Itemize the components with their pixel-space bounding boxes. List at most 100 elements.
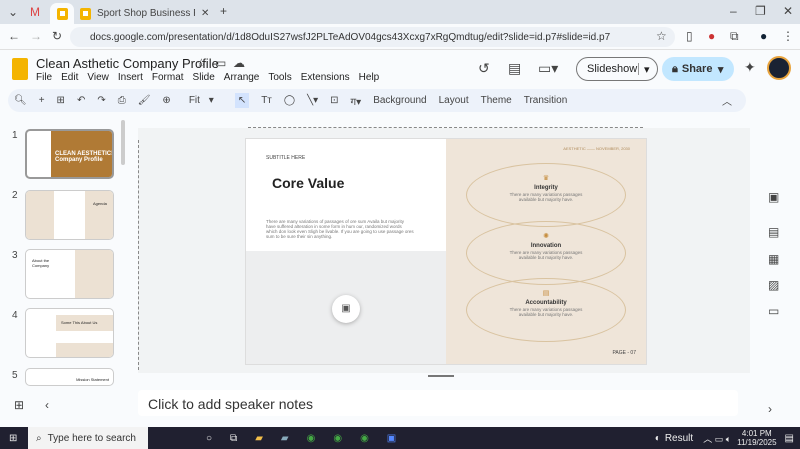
profile-avatar[interactable]: ●: [760, 29, 767, 43]
lock-icon: 🔒︎: [672, 62, 678, 75]
transition-button[interactable]: Transition: [524, 95, 568, 106]
keep-icon[interactable]: ▣: [768, 190, 779, 204]
text-direction-icon[interactable]: ग▾: [351, 94, 362, 108]
gemini-icon[interactable]: ✦: [744, 59, 756, 76]
close-tab-icon[interactable]: ✕: [201, 8, 209, 19]
extension-icon-2[interactable]: ●: [708, 29, 715, 43]
select-tool-icon[interactable]: ↖: [234, 93, 250, 108]
new-tab-icon[interactable]: +: [220, 4, 227, 18]
notes-resize-handle[interactable]: [428, 375, 454, 377]
grid-view-icon[interactable]: ⊞: [14, 398, 24, 412]
slideshow-button[interactable]: Slideshow ▾: [576, 57, 658, 81]
remote-app-icon[interactable]: ▣: [387, 433, 396, 444]
folder-icon[interactable]: ▭: [768, 304, 779, 318]
move-folder-icon[interactable]: ▭: [215, 56, 226, 70]
windows-start-icon[interactable]: ⊞: [9, 433, 17, 444]
menu-tools[interactable]: Tools: [268, 72, 291, 83]
chrome-icon-2[interactable]: ◉: [333, 433, 342, 444]
share-button[interactable]: 🔒︎ Share ▾: [662, 57, 734, 81]
zoom-icon[interactable]: ⊕: [162, 95, 170, 106]
weather-icon[interactable]: ◐: [655, 433, 661, 444]
bookmark-star-icon[interactable]: ☆: [656, 29, 667, 43]
slide-7[interactable]: ▣ SUBTITLE HERE Core Value There are man…: [246, 139, 646, 364]
new-slide-icon[interactable]: +: [39, 95, 45, 106]
windows-taskbar: ⊞ ⌕ Type here to search ○ ⧉ ▰ ▰ ◉ ◉ ◉ ▣ ◐…: [0, 427, 800, 449]
paint-format-icon[interactable]: 🖌︎: [138, 95, 151, 106]
browser-menu-icon[interactable]: ⋮: [782, 29, 794, 43]
menu-edit[interactable]: Edit: [61, 72, 78, 83]
calendar-icon[interactable]: ▦: [768, 252, 779, 266]
slide-thumbnail-5[interactable]: Mission Statement: [25, 368, 114, 386]
slide-thumbnail-3[interactable]: About the Company: [25, 249, 114, 299]
collapse-toolbar-icon[interactable]: ︿: [722, 93, 732, 108]
comment-add-icon[interactable]: ⊡: [330, 95, 338, 106]
tab-sport-shop[interactable]: Sport Shop Business Plan - Goo✕: [80, 3, 210, 24]
search-menus-icon[interactable]: 🔍︎: [14, 95, 27, 106]
tasks-icon[interactable]: ▤: [768, 225, 779, 239]
expand-panel-icon[interactable]: ›: [768, 402, 772, 416]
print-icon[interactable]: ⎙: [118, 95, 126, 106]
forward-icon[interactable]: →: [30, 29, 42, 43]
chrome-icon-3[interactable]: ◉: [360, 433, 369, 444]
menu-extensions[interactable]: Extensions: [301, 72, 350, 83]
back-icon[interactable]: ←: [8, 29, 20, 43]
notifications-icon[interactable]: ▤: [785, 433, 794, 444]
account-avatar[interactable]: [767, 56, 791, 80]
task-view-icon[interactable]: ⧉: [230, 433, 237, 444]
tab-current[interactable]: [50, 3, 74, 24]
layout-button[interactable]: Layout: [439, 95, 469, 106]
clock[interactable]: 4:01 PM 11/19/2025: [737, 429, 776, 447]
gmail-icon[interactable]: M: [30, 5, 40, 19]
taskbar-search[interactable]: ⌕ Type here to search: [28, 427, 148, 449]
star-icon[interactable]: ☆: [196, 56, 207, 70]
background-button[interactable]: Background: [373, 95, 426, 106]
speaker-notes[interactable]: Click to add speaker notes: [138, 390, 738, 416]
app-icon[interactable]: ▰: [281, 433, 289, 444]
menu-help[interactable]: Help: [359, 72, 380, 83]
cortana-icon[interactable]: ○: [206, 433, 212, 444]
collapse-filmstrip-icon[interactable]: ‹: [45, 398, 49, 412]
redo-icon[interactable]: ↷: [97, 95, 105, 106]
slides-logo-icon[interactable]: [12, 58, 28, 80]
close-window-icon[interactable]: ✕: [783, 4, 793, 18]
menu-format[interactable]: Format: [152, 72, 184, 83]
theme-button[interactable]: Theme: [481, 95, 512, 106]
contacts-icon[interactable]: ▨: [768, 278, 779, 292]
reload-icon[interactable]: ↻: [52, 29, 62, 43]
menu-file[interactable]: File: [36, 72, 52, 83]
import-slide-icon[interactable]: ⊞: [57, 95, 65, 106]
toolbar: 🔍︎ + ⊞ ↶ ↷ ⎙ 🖌︎ ⊕ Fit ▾ ↖ Tт ◯ ╲▾ ⊡ ग▾ B…: [8, 89, 746, 112]
menu-view[interactable]: View: [87, 72, 109, 83]
comments-icon[interactable]: ▤: [508, 60, 521, 77]
share-dropdown-icon[interactable]: ▾: [718, 63, 724, 76]
slide-thumbnail-4[interactable]: Some This About Us: [25, 308, 114, 358]
tab-list-icon[interactable]: ⌄: [8, 5, 18, 19]
meet-icon[interactable]: ▭▾: [538, 60, 558, 77]
text-box-icon[interactable]: Tт: [261, 95, 272, 106]
insert-image-icon[interactable]: ▣: [332, 295, 360, 323]
address-bar-row: ← → ↻ docs.google.com/presentation/d/1d8…: [0, 24, 800, 50]
system-tray-icons[interactable]: ︿ ▭ 🔈︎: [703, 432, 731, 445]
cloud-status-icon[interactable]: ☁: [233, 56, 245, 70]
minimize-icon[interactable]: –: [730, 4, 737, 18]
menu-arrange[interactable]: Arrange: [224, 72, 260, 83]
version-history-icon[interactable]: ↺: [478, 60, 490, 77]
menu-slide[interactable]: Slide: [193, 72, 215, 83]
extensions-puzzle-icon[interactable]: ⧉: [730, 29, 739, 44]
menu-insert[interactable]: Insert: [118, 72, 143, 83]
file-explorer-icon[interactable]: ▰: [255, 433, 263, 444]
value-innovation: ✺ Innovation There are many variations pas…: [466, 221, 626, 285]
url-input[interactable]: docs.google.com/presentation/d/1d8OduIS2…: [70, 27, 675, 47]
shape-icon[interactable]: ◯: [284, 95, 295, 106]
slide-thumbnail-1[interactable]: CLEAN AESTHETIC! Company Profile: [25, 129, 114, 179]
slideshow-dropdown-icon[interactable]: ▾: [639, 63, 650, 76]
chrome-icon[interactable]: ◉: [307, 433, 316, 444]
zoom-select[interactable]: Fit ▾: [183, 95, 223, 106]
line-icon[interactable]: ╲▾: [307, 95, 318, 106]
extension-icon[interactable]: ▯: [686, 29, 693, 43]
slide-thumbnail-2[interactable]: Agenda: [25, 190, 114, 240]
undo-icon[interactable]: ↶: [77, 95, 85, 106]
document-title[interactable]: Clean Asthetic Company Profile: [36, 56, 219, 71]
restore-icon[interactable]: ❐: [755, 4, 766, 18]
filmstrip-scrollbar[interactable]: [121, 120, 125, 165]
